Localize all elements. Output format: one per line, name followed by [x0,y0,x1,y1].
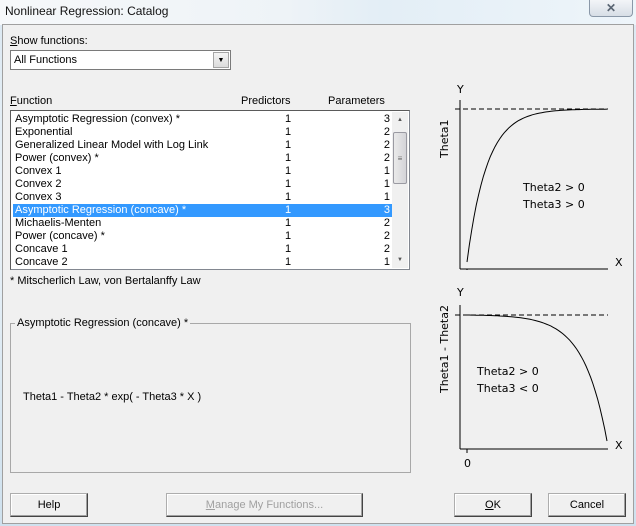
manage-label: anage My Functions... [214,499,324,511]
predictor-count: 1 [285,178,292,190]
parameter-count: 2 [383,217,390,229]
function-name: Concave 2 [15,256,68,268]
asymptote-label: Theta1 - Theta2 [438,305,451,394]
dialog-body: Show functions: All Functions ▼ Function… [2,24,634,524]
list-item[interactable]: Asymptotic Regression (convex) * 1 3 [13,113,393,126]
help-label: Help [37,499,61,511]
function-list[interactable]: Concave 2 1 1 Concave 1 1 2 Power (concave) * 1… [10,110,410,270]
parameter-count: 2 [383,126,390,138]
help-button[interactable]: Help [10,493,88,517]
parameter-count: 3 [383,113,390,125]
y-axis-label: Y [456,83,464,96]
cancel-button[interactable]: Cancel [548,493,626,517]
predictor-count: 1 [285,113,292,125]
predictor-count: 1 [285,243,292,255]
function-name: Generalized Linear Model with Log Link [15,139,209,151]
cancel-label: Cancel [569,499,605,511]
condition-2: Theta3 > 0 [522,198,585,211]
list-item[interactable]: Power (convex) * 1 2 [13,152,393,165]
y-axis-label: Y [456,286,464,299]
footnote: * Mitscherlich Law, von Bertalanffy Law [10,275,201,287]
show-functions-label: Show functions: [10,35,88,47]
concave-shape-graph: Y Theta1 - Theta2 0 X Theta2 > 0 Theta3 … [438,286,623,470]
predictor-count: 1 [285,165,292,177]
x-axis-label: X [615,439,623,452]
function-name: Convex 3 [15,191,62,203]
list-item[interactable]: Power (concave) * 1 2 [13,230,393,243]
title-bar: Nonlinear Regression: Catalog ✕ [0,0,636,25]
parameter-count: 2 [383,243,390,255]
function-name: Exponential [15,126,73,138]
parameter-count: 1 [383,256,390,268]
window-title: Nonlinear Regression: Catalog [5,4,169,18]
list-item[interactable]: Concave 2 1 1 [13,256,393,269]
ok-button[interactable]: OK [454,493,532,517]
scroll-down-icon[interactable]: ▼ [392,252,408,268]
predictor-count: 1 [285,139,292,151]
origin-label: 0 [464,457,471,470]
predictor-count: 1 [285,230,292,242]
list-item[interactable]: Michaelis-Menten 1 2 [13,217,393,230]
function-name: Power (convex) * [15,152,99,164]
parameter-count: 1 [383,178,390,190]
list-item[interactable]: Asymptotic Regression (concave) * 1 3 [13,204,393,217]
close-x-icon: ✕ [605,1,617,15]
scroll-thumb[interactable]: ≡ [393,132,407,184]
parameter-count: 2 [383,230,390,242]
chevron-down-icon[interactable]: ▼ [213,52,229,68]
list-item[interactable]: Generalized Linear Model with Log Link 1 2 [13,139,393,152]
parameter-count: 2 [383,139,390,151]
list-item[interactable]: Convex 3 1 1 [13,191,393,204]
condition-1: Theta2 > 0 [476,365,539,378]
scroll-up-icon[interactable]: ▲ [392,112,408,128]
manage-my-functions-button[interactable]: Manage My Functions... [166,493,363,517]
label-text: how functions: [17,35,88,47]
convex-shape-graph: Y Theta1 0 X Theta2 > 0 Theta3 > 0 [438,83,623,270]
function-name: Convex 1 [15,165,62,177]
function-name: Power (concave) * [15,230,105,242]
predictor-count: 1 [285,191,292,203]
details-title: Asymptotic Regression (concave) * [15,317,191,329]
column-header-function: Function [10,95,52,107]
x-axis-label: X [615,256,623,269]
parameter-count: 1 [383,165,390,177]
accel-key: F [10,95,17,107]
show-functions-dropdown[interactable]: All Functions ▼ [10,50,231,70]
list-item[interactable]: Convex 2 1 1 [13,178,393,191]
column-header-parameters: Parameters [328,95,385,107]
condition-1: Theta2 > 0 [522,181,585,194]
ok-label: K [493,499,501,511]
parameter-count: 2 [383,152,390,164]
formula-text: Theta1 - Theta2 * exp( - Theta3 * X ) [23,391,202,403]
function-name: Michaelis-Menten [15,217,102,229]
accel-key: M [205,499,215,511]
parameter-count: 3 [383,204,390,216]
asymptote-label: Theta1 [438,119,451,159]
predictor-count: 1 [285,256,292,268]
function-name: Convex 2 [15,178,62,190]
predictor-count: 1 [285,126,292,138]
function-name: Asymptotic Regression (concave) * [15,204,187,216]
function-name: Concave 1 [15,243,68,255]
header-text: unction [16,95,53,107]
accel-key: O [485,499,494,511]
list-item[interactable]: Exponential 1 2 [13,126,393,139]
predictor-count: 1 [285,204,292,216]
concave-curve [467,314,608,442]
function-name: Asymptotic Regression (convex) * [15,113,181,125]
predictor-count: 1 [285,217,292,229]
list-item[interactable]: Concave 1 1 2 [13,243,393,256]
predictor-count: 1 [285,152,292,164]
close-button[interactable]: ✕ [589,0,633,17]
vertical-scrollbar[interactable]: ▲ ≡ ▼ [392,112,408,268]
list-item[interactable]: Convex 1 1 1 [13,165,393,178]
condition-2: Theta3 < 0 [476,382,539,395]
column-header-predictors: Predictors [241,95,291,107]
dropdown-value: All Functions [14,54,77,66]
parameter-count: 1 [383,191,390,203]
